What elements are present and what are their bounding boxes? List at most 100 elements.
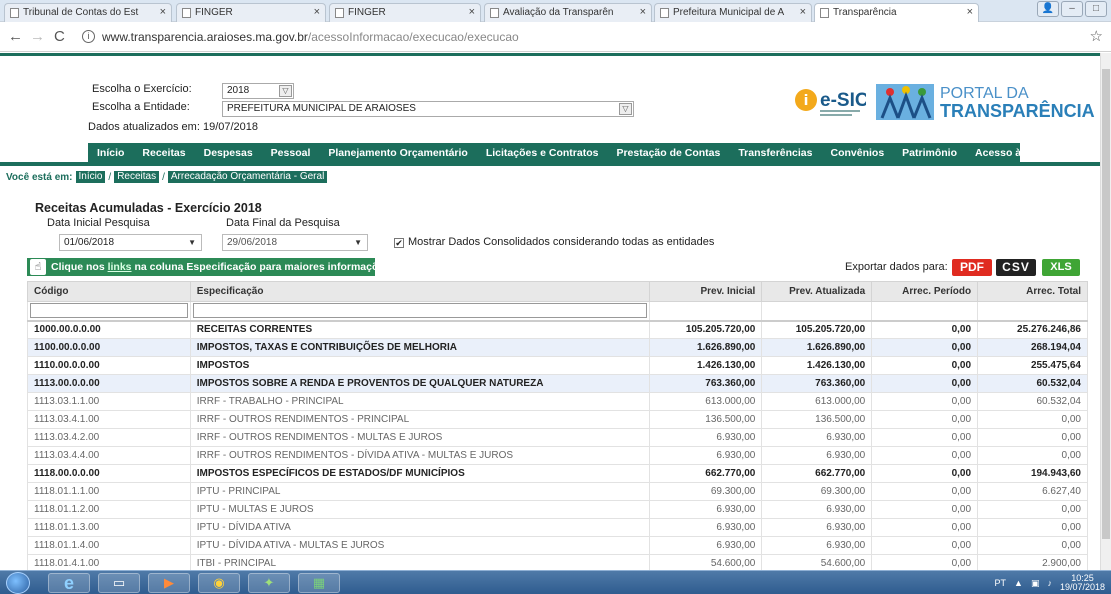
chrome-icon[interactable]: ◉ [198,573,240,593]
export-xls-button[interactable]: XLS [1042,259,1080,276]
info-link[interactable]: links [108,261,132,273]
nav-item[interactable]: Início [88,147,133,159]
explorer-folder-icon[interactable]: ▭ [98,573,140,593]
reload-icon[interactable]: C [54,28,65,45]
language-indicator[interactable]: PT [995,578,1007,588]
nav-item[interactable]: Receitas [133,147,194,159]
nav-item[interactable]: Despesas [195,147,262,159]
browser-tab[interactable]: Avaliação da Transparên × [484,3,652,22]
browser-tab[interactable]: Prefeitura Municipal de A × [654,3,812,22]
especificacao-filter-input[interactable] [192,303,648,319]
table-cell-link[interactable]: ITBI - PRINCIPAL [189,554,651,570]
close-icon[interactable]: × [160,4,166,21]
table-row[interactable]: 1100.00.0.0.00 IMPOSTOS, TAXAS E CONTRIBU… [27,338,1088,357]
close-icon[interactable]: × [469,4,475,21]
nav-item[interactable]: Patrimônio [893,147,966,159]
col-header-arrec-total[interactable]: Arrec. Total [977,281,1088,302]
browser-tab[interactable]: Transparência × [814,3,979,22]
table-cell-link[interactable]: IMPOSTOS SOBRE A RENDA E PROVENTOS DE QU… [189,374,651,393]
col-header-prev-atualizada[interactable]: Prev. Atualizada [761,281,873,302]
table-row[interactable]: 1118.01.1.4.00 IPTU - DÍVIDA ATIVA - MULT… [27,536,1088,555]
consolidated-checkbox[interactable]: ✔ [394,238,404,248]
table-cell-link[interactable]: IRRF - TRABALHO - PRINCIPAL [189,392,651,411]
close-icon[interactable]: × [314,4,320,21]
nav-item[interactable]: Transferências [729,147,821,159]
table-row[interactable]: 1118.01.1.3.00 IPTU - DÍVIDA ATIVA 6.930,0… [27,518,1088,537]
nav-item[interactable]: Prestação de Contas [607,147,729,159]
bookmark-star-icon[interactable]: ☆ [1090,27,1103,45]
table-row[interactable]: 1113.03.4.1.00 IRRF - OUTROS RENDIMENTOS … [27,410,1088,429]
table-row[interactable]: 1113.03.1.1.00 IRRF - TRABALHO - PRINCIPA… [27,392,1088,411]
back-icon[interactable]: ← [8,28,23,45]
table-row[interactable]: 1110.00.0.0.00 IMPOSTOS 1.426.130,00 1.426.… [27,356,1088,375]
maximize-button[interactable]: □ [1085,1,1107,17]
clock[interactable]: 10:25 19/07/2018 [1060,574,1105,592]
spreadsheet-icon[interactable]: ▦ [298,573,340,593]
table-cell-link[interactable]: IRRF - OUTROS RENDIMENTOS - DÍVIDA ATIVA… [189,446,651,465]
forward-icon[interactable]: → [30,28,45,45]
esic-logo[interactable]: i e-SIC [794,80,869,120]
export-pdf-button[interactable]: PDF [952,259,992,276]
close-icon[interactable]: × [640,4,646,21]
breadcrumb-item-inicio[interactable]: Início [75,171,106,183]
table-row[interactable]: 1113.03.4.4.00 IRRF - OUTROS RENDIMENTOS … [27,446,1088,465]
minimize-button[interactable]: – [1061,1,1083,17]
col-header-codigo[interactable]: Código [27,281,191,302]
table-cell-link[interactable]: IPTU - DÍVIDA ATIVA [189,518,651,537]
table-cell-link[interactable]: IPTU - PRINCIPAL [189,482,651,501]
table-row[interactable]: 1118.01.1.1.00 IPTU - PRINCIPAL 69.300,00 6… [27,482,1088,501]
table-row[interactable]: 1118.01.1.2.00 IPTU - MULTAS E JUROS 6.930… [27,500,1088,519]
table-row[interactable]: 1113.00.0.0.00 IMPOSTOS SOBRE A RENDA E P… [27,374,1088,393]
page-scrollbar[interactable] [1100,53,1111,570]
date-end-input[interactable]: 29/06/2018 ▼ [222,234,368,251]
exercicio-select[interactable]: 2018 ▽ [222,83,294,99]
nav-item[interactable]: Licitações e Contratos [477,147,608,159]
breadcrumb-item-arrecadacao[interactable]: Arrecadação Orçamentária - Geral [167,171,328,183]
col-header-prev-inicial[interactable]: Prev. Inicial [649,281,763,302]
col-header-arrec-periodo[interactable]: Arrec. Período [871,281,979,302]
entidade-select[interactable]: PREFEITURA MUNICIPAL DE ARAIOSES ▽ [222,101,634,117]
table-row[interactable]: 1118.01.4.1.00 ITBI - PRINCIPAL 54.600,00 5… [27,554,1088,570]
nav-item[interactable]: Convênios [821,147,893,159]
nav-item[interactable]: Planejamento Orçamentário [319,147,476,159]
table-cell-link[interactable]: IMPOSTOS, TAXAS E CONTRIBUIÇÕES DE MELHO… [189,338,651,357]
browser-tab[interactable]: Tribunal de Contas do Est × [4,3,172,22]
codigo-filter-input[interactable] [30,303,188,319]
table-cell-link[interactable]: RECEITAS CORRENTES [189,319,651,339]
browser-tab[interactable]: FINGER × [329,3,481,22]
network-icon[interactable]: ▣ [1031,578,1040,589]
volume-icon[interactable]: ♪ [1047,578,1052,588]
col-header-especificacao[interactable]: Especificação [189,281,651,302]
url-input[interactable]: i www.transparencia.araioses.ma.gov.br/a… [80,26,1085,48]
close-icon[interactable]: × [800,4,806,21]
table-cell-link[interactable]: IRRF - OUTROS RENDIMENTOS - PRINCIPAL [189,410,651,429]
browser-tab[interactable]: FINGER × [176,3,326,22]
nav-item[interactable]: Pessoal [262,147,320,159]
user-icon[interactable]: 👤 [1037,1,1059,17]
table-cell: 0,00 [871,410,979,429]
table-cell-link[interactable]: IMPOSTOS [189,356,651,375]
nav-item[interactable]: Acesso à Informação [966,147,1090,159]
table-row[interactable]: 1000.00.0.0.00 RECEITAS CORRENTES 105.205.… [27,319,1088,339]
app-icon[interactable]: ✦ [248,573,290,593]
table-cell-link[interactable]: IPTU - MULTAS E JUROS [189,500,651,519]
table-cell: 136.500,00 [761,410,873,429]
start-button[interactable] [6,572,30,594]
table-cell: 255.475,64 [977,356,1088,375]
table-row[interactable]: 1118.00.0.0.00 IMPOSTOS ESPECÍFICOS DE ES… [27,464,1088,483]
date-start-input[interactable]: 01/06/2018 ▼ [59,234,202,251]
table-cell-link[interactable]: IRRF - OUTROS RENDIMENTOS - MULTAS E JUR… [189,428,651,447]
table-row[interactable]: 1113.03.4.2.00 IRRF - OUTROS RENDIMENTOS … [27,428,1088,447]
ie-icon[interactable]: e [48,573,90,593]
table-cell-link[interactable]: IMPOSTOS ESPECÍFICOS DE ESTADOS/DF MUNIC… [189,464,651,483]
table-cell-link[interactable]: IPTU - DÍVIDA ATIVA - MULTAS E JUROS [189,536,651,555]
export-csv-button[interactable]: CSV [996,259,1036,276]
breadcrumb-item-receitas[interactable]: Receitas [114,171,160,183]
portal-transparencia-logo[interactable]: PORTAL DA TRANSPARÊNCIA [876,80,1096,122]
table-cell: 6.930,00 [649,518,763,537]
site-info-icon[interactable]: i [82,30,95,43]
media-player-icon[interactable]: ▶ [148,573,190,593]
scrollbar-thumb[interactable] [1102,69,1110,539]
tray-chevron-icon[interactable]: ▲ [1014,578,1023,588]
close-icon[interactable]: × [967,4,973,21]
